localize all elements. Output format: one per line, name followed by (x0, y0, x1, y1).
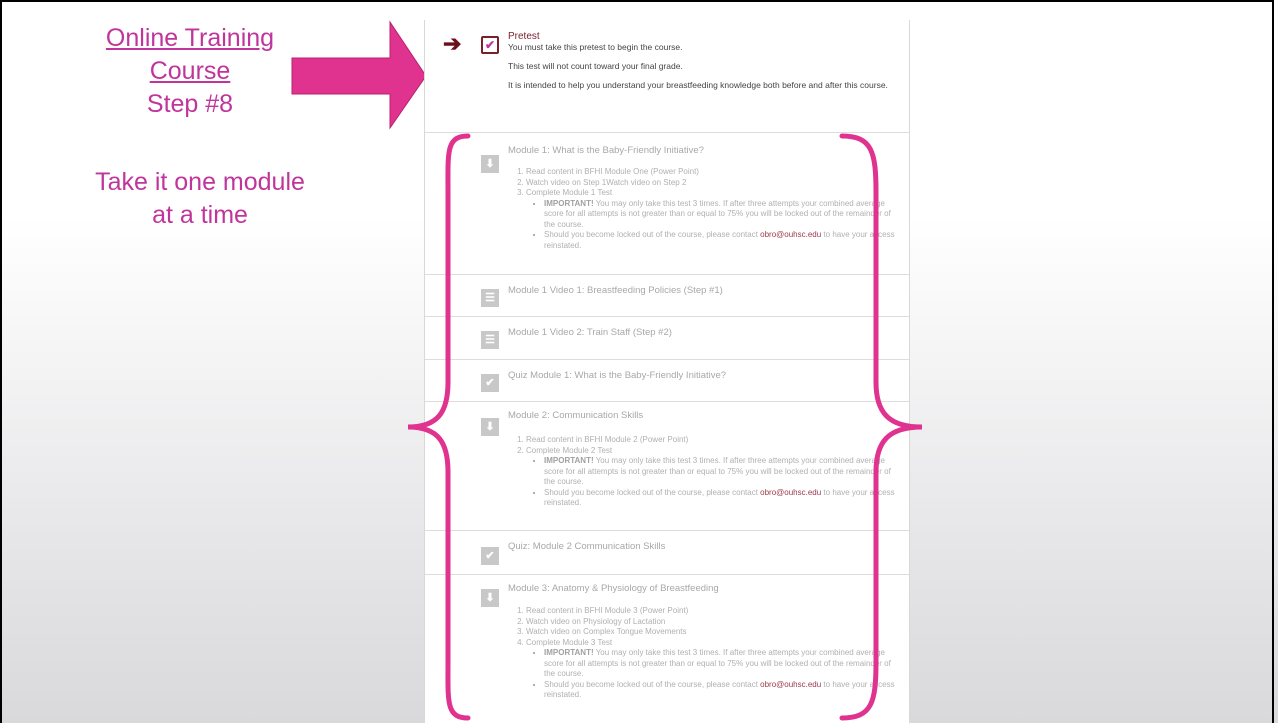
step-label: Step #8 (146, 90, 234, 118)
left-curly-brace-icon (407, 133, 471, 721)
step-text: Complete Module 3 Test (526, 637, 613, 647)
pretest-text: Pretest You must take this pretest to be… (508, 31, 893, 99)
section-title[interactable]: Module 2: Communication Skills (508, 410, 643, 421)
tagline-line1: Take it one module (95, 168, 305, 196)
current-item-arrow-icon: ➔ (443, 31, 462, 56)
pretest-line1: You must take this pretest to begin the … (508, 42, 683, 52)
tagline: Take it one module at a time (40, 166, 360, 232)
course-link-line1: Online Training (105, 24, 275, 52)
course-link[interactable]: Online Training Course (60, 22, 320, 88)
course-link-line2: Course (149, 57, 231, 85)
locked-text: Should you become locked out of the cour… (544, 230, 761, 239)
important-label: IMPORTANT! (544, 198, 594, 208)
locked-text: Should you become locked out of the cour… (544, 487, 761, 497)
pretest-title[interactable]: Pretest (508, 31, 893, 42)
section-title[interactable]: Quiz Module 1: What is the Baby-Friendly… (508, 370, 726, 381)
important-label: IMPORTANT! (544, 456, 594, 465)
quiz-checkbox-icon[interactable]: ✔ (481, 36, 499, 54)
tagline-line2: at a time (152, 201, 248, 229)
locked-text: Should you become locked out of the cour… (544, 679, 761, 689)
slide-title: Online Training Course Step #8 (60, 22, 320, 121)
step-text: Complete Module 2 Test (526, 445, 613, 455)
step-text: Complete Module 1 Test (526, 188, 613, 197)
contact-email-link[interactable]: obro@ouhsc.edu (760, 230, 821, 239)
section-title[interactable]: Module 1 Video 1: Breastfeeding Policies… (508, 285, 723, 296)
pretest-item[interactable]: ➔ ✔ Pretest You must take this pretest t… (425, 20, 909, 133)
section-title[interactable]: Module 1 Video 2: Train Staff (Step #2) (508, 327, 672, 338)
right-curly-brace-icon (839, 133, 923, 721)
pretest-line3: It is intended to help you understand yo… (508, 80, 888, 90)
section-title[interactable]: Module 3: Anatomy & Physiology of Breast… (508, 583, 719, 594)
contact-email-link[interactable]: obro@ouhsc.edu (760, 680, 821, 689)
section-title[interactable]: Module 1: What is the Baby-Friendly Init… (508, 145, 704, 156)
contact-email-link[interactable]: obro@ouhsc.edu (760, 488, 821, 497)
pointer-arrow-icon (291, 20, 427, 130)
section-title[interactable]: Quiz: Module 2 Communication Skills (508, 541, 665, 552)
important-label: IMPORTANT! (544, 648, 594, 657)
pretest-line2: This test will not count toward your fin… (508, 61, 683, 71)
